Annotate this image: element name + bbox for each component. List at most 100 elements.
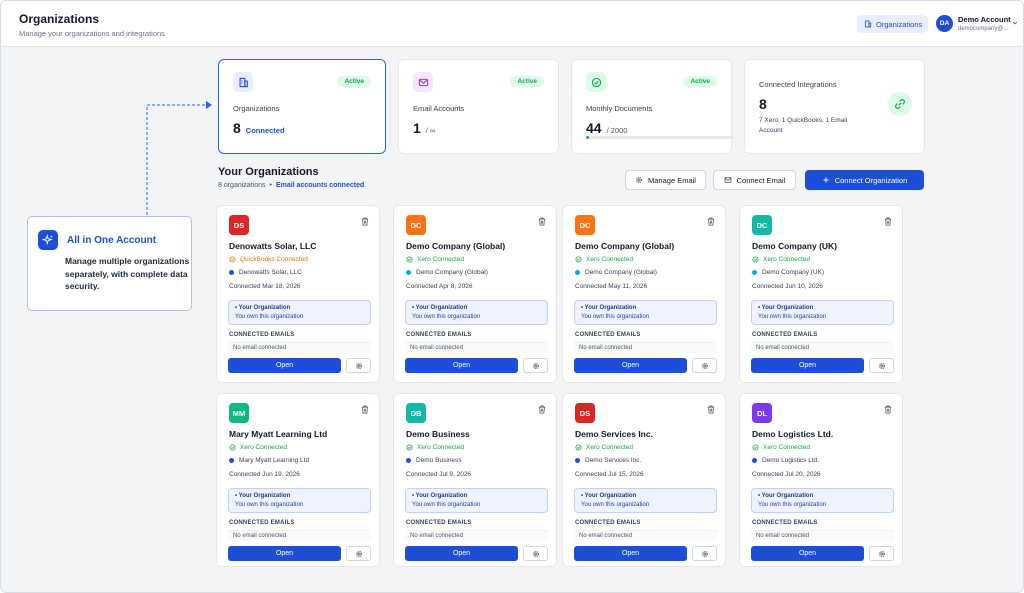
integration-status-text: Xero Connected — [763, 256, 810, 263]
organization-card[interactable]: DC Demo Company (Global) Xero Connected … — [562, 205, 726, 383]
ownership-title: • Your Organization — [758, 493, 814, 499]
account-name[interactable]: Demo Account — [958, 15, 1011, 24]
page-subtitle: Manage your organizations and integratio… — [19, 29, 165, 38]
trash-icon[interactable] — [884, 217, 892, 226]
stat-card-organizations[interactable]: Active Organizations 8 Connected — [218, 59, 386, 154]
callout-title: All in One Account — [67, 235, 157, 246]
stat-icon-wrap — [233, 72, 253, 92]
stat-card-connected-integrations[interactable]: Connected Integrations 8 7 Xero, 1 Quick… — [744, 59, 925, 154]
plus-icon — [823, 177, 829, 183]
entity-dot — [575, 458, 580, 463]
organization-settings-button[interactable] — [523, 546, 548, 561]
stat-label: Connected Integrations — [759, 80, 837, 89]
status-badge: Active — [510, 76, 544, 87]
entity-dot — [406, 270, 411, 275]
organization-card[interactable]: DS Demo Services Inc. Xero Connected Dem… — [562, 393, 726, 567]
manage-email-button[interactable]: Manage Email — [625, 170, 706, 190]
trash-icon[interactable] — [361, 217, 369, 226]
check-circle-icon — [406, 256, 413, 263]
trash-icon[interactable] — [538, 217, 546, 226]
stat-label: Email Accounts — [413, 104, 465, 113]
stat-icon-wrap — [586, 72, 606, 92]
organization-card[interactable]: DL Demo Logistics Ltd. Xero Connected De… — [739, 393, 903, 567]
organization-settings-button[interactable] — [346, 546, 371, 561]
open-organization-button[interactable]: Open — [574, 546, 687, 561]
open-organization-button[interactable]: Open — [228, 546, 341, 561]
ownership-title-text: Your Organization — [761, 305, 814, 311]
organization-name: Demo Company (Global) — [406, 241, 506, 251]
organization-entity-name: Demo Company (UK) — [762, 269, 825, 276]
integration-status-text: Xero Connected — [763, 444, 810, 451]
stat-card-email-accounts[interactable]: Active Email Accounts 1 / ∞ — [398, 59, 559, 154]
connected-date: Connected Jul 15, 2026 — [575, 471, 644, 478]
ownership-box: • Your Organization You own this organiz… — [228, 488, 371, 513]
organization-settings-button[interactable] — [692, 546, 717, 561]
open-organization-button[interactable]: Open — [405, 546, 518, 561]
organization-settings-button[interactable] — [346, 358, 371, 373]
connect-email-button[interactable]: Connect Email — [713, 170, 796, 190]
open-organization-button[interactable]: Open — [405, 358, 518, 373]
sparkle-icon — [42, 234, 54, 246]
documents-progress-fill — [586, 136, 590, 139]
email-accounts-link[interactable]: Email accounts connected — [276, 182, 364, 189]
organization-entity-name: Demo Company (Global) — [585, 269, 657, 276]
integration-status-text: QuickBooks Connected — [240, 256, 308, 263]
ownership-box: • Your Organization You own this organiz… — [574, 300, 717, 325]
ownership-subtitle: You own this organization — [581, 314, 650, 320]
organization-card[interactable]: DB Demo Business Xero Connected Demo Bus… — [393, 393, 557, 567]
organization-entity: Mary Myatt Learning Ltd — [229, 457, 309, 464]
check-circle-icon — [575, 444, 582, 451]
organization-settings-button[interactable] — [869, 358, 894, 373]
entity-dot — [406, 458, 411, 463]
organization-logo: DS — [575, 403, 595, 423]
mail-icon — [418, 78, 428, 86]
organization-name: Demo Business — [406, 429, 470, 439]
organization-card[interactable]: MM Mary Myatt Learning Ltd Xero Connecte… — [216, 393, 380, 567]
stat-card-monthly-documents[interactable]: Active Monthly Documents 44 / 2000 — [571, 59, 734, 154]
organization-card[interactable]: DC Demo Company (Global) Xero Connected … — [393, 205, 557, 383]
trash-icon[interactable] — [707, 405, 715, 414]
gear-icon — [355, 362, 362, 369]
trash-icon[interactable] — [361, 405, 369, 414]
ownership-title-text: Your Organization — [761, 493, 814, 499]
ownership-subtitle: You own this organization — [235, 314, 304, 320]
chevron-down-icon[interactable] — [1012, 20, 1018, 26]
trash-icon[interactable] — [538, 405, 546, 414]
organization-name: Demo Services Inc. — [575, 429, 653, 439]
trash-icon[interactable] — [884, 405, 892, 414]
open-organization-button[interactable]: Open — [574, 358, 687, 373]
organization-card[interactable]: DC Demo Company (UK) Xero Connected Demo… — [739, 205, 903, 383]
connect-organization-button[interactable]: Connect Organization — [805, 170, 924, 190]
connected-emails-value: No email connected — [574, 342, 717, 353]
check-circle-icon — [229, 444, 236, 451]
gear-icon — [532, 550, 539, 557]
open-organization-button[interactable]: Open — [751, 358, 864, 373]
connected-date: Connected Apr 8, 2026 — [406, 283, 473, 290]
avatar[interactable]: DA — [936, 15, 953, 32]
ownership-box: • Your Organization You own this organiz… — [405, 300, 548, 325]
organization-settings-button[interactable] — [692, 358, 717, 373]
organization-logo: DC — [752, 215, 772, 235]
organization-card[interactable]: DS Denowatts Solar, LLC QuickBooks Conne… — [216, 205, 380, 383]
organizations-nav-button[interactable]: Organizations — [857, 15, 928, 33]
callout-text: Manage multiple organizations separately… — [65, 256, 190, 291]
open-organization-button[interactable]: Open — [751, 546, 864, 561]
organization-count: 8 organizations — [218, 182, 266, 189]
sparkle-icon-wrap — [38, 230, 58, 250]
organization-settings-button[interactable] — [523, 358, 548, 373]
organization-settings-button[interactable] — [869, 546, 894, 561]
organization-entity: Demo Business — [406, 457, 462, 464]
trash-icon[interactable] — [707, 217, 715, 226]
organization-entity-name: Demo Business — [416, 457, 462, 464]
organization-logo: DB — [406, 403, 426, 423]
open-organization-button[interactable]: Open — [228, 358, 341, 373]
organization-name: Denowatts Solar, LLC — [229, 241, 317, 251]
integration-status: Xero Connected — [229, 444, 287, 451]
check-circle-icon — [575, 256, 582, 263]
connected-emails-label: CONNECTED EMAILS — [406, 520, 472, 526]
ownership-title-text: Your Organization — [584, 305, 637, 311]
stat-value: 1 / ∞ — [413, 120, 435, 136]
ownership-title-text: Your Organization — [238, 305, 291, 311]
ownership-subtitle: You own this organization — [581, 502, 650, 508]
status-badge: Active — [683, 76, 717, 87]
